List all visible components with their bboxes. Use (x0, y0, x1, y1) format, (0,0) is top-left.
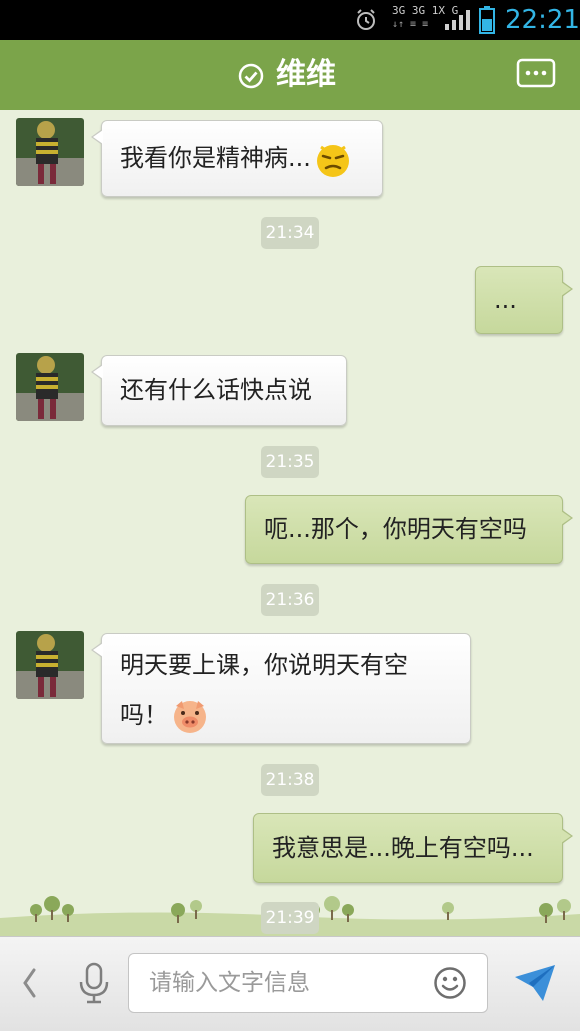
message-bubble-outgoing[interactable]: 我意思是...晚上有空吗... (253, 813, 573, 883)
message-list[interactable]: 我看你是精神病... 21:34 ... 还有什么话快点说 21:35 呃...… (0, 112, 580, 936)
timestamp: 21:34 (261, 217, 319, 249)
contact-avatar[interactable] (16, 353, 84, 421)
pig-face-emoji (174, 701, 206, 733)
avatar-image (16, 353, 84, 421)
message-bubble-incoming[interactable]: 我看你是精神病... (91, 120, 383, 197)
message-bubble-outgoing[interactable]: ... (475, 266, 573, 334)
message-text: 呃...那个，你明天有空吗 (264, 515, 527, 543)
clock-time: 22:21 (505, 5, 580, 35)
network-activity-label: ↓↑ ≡ ≡ (392, 19, 429, 30)
chat-screen: 3G 3G 1X G ↓↑ ≡ ≡ 22:21 维维 我看你是精神病... 21… (0, 0, 580, 1031)
timestamp: 21:38 (261, 764, 319, 796)
message-bubble-outgoing[interactable]: 呃...那个，你明天有空吗 (245, 495, 573, 564)
message-text: ... (494, 286, 517, 314)
smiley-icon[interactable] (433, 966, 467, 1000)
message-text: 吗！ (120, 701, 168, 729)
message-bubble-incoming[interactable]: 明天要上课，你说明天有空 吗！ (91, 633, 471, 744)
message-bubble-incoming[interactable]: 还有什么话快点说 (91, 355, 347, 426)
signal-strength-icon (445, 10, 470, 30)
avatar-image (16, 118, 84, 186)
microphone-icon[interactable] (76, 962, 112, 1004)
check-circle-icon (238, 63, 264, 89)
timestamp: 21:35 (261, 446, 319, 478)
header-decorative-edge (0, 102, 580, 110)
message-text: 还有什么话快点说 (120, 376, 312, 404)
contact-avatar[interactable] (16, 118, 84, 186)
message-text-line-2: 吗！ (120, 690, 452, 740)
message-text: 我看你是精神病... (120, 144, 311, 172)
contact-name: 维维 (276, 57, 336, 92)
back-arrow-icon[interactable] (18, 966, 40, 1000)
timestamp: 21:36 (261, 584, 319, 616)
more-options-icon[interactable] (516, 58, 556, 90)
message-text: 我意思是...晚上有空吗... (272, 834, 534, 862)
smug-face-emoji (316, 145, 349, 177)
status-bar: 3G 3G 1X G ↓↑ ≡ ≡ 22:21 (0, 0, 580, 40)
contact-avatar[interactable] (16, 631, 84, 699)
avatar-image (16, 631, 84, 699)
send-icon[interactable] (513, 963, 557, 1003)
battery-icon (479, 6, 495, 34)
timestamp: 21:39 (261, 902, 319, 934)
message-text-line: 明天要上课，你说明天有空 (120, 651, 408, 679)
alarm-clock-icon (357, 9, 375, 30)
